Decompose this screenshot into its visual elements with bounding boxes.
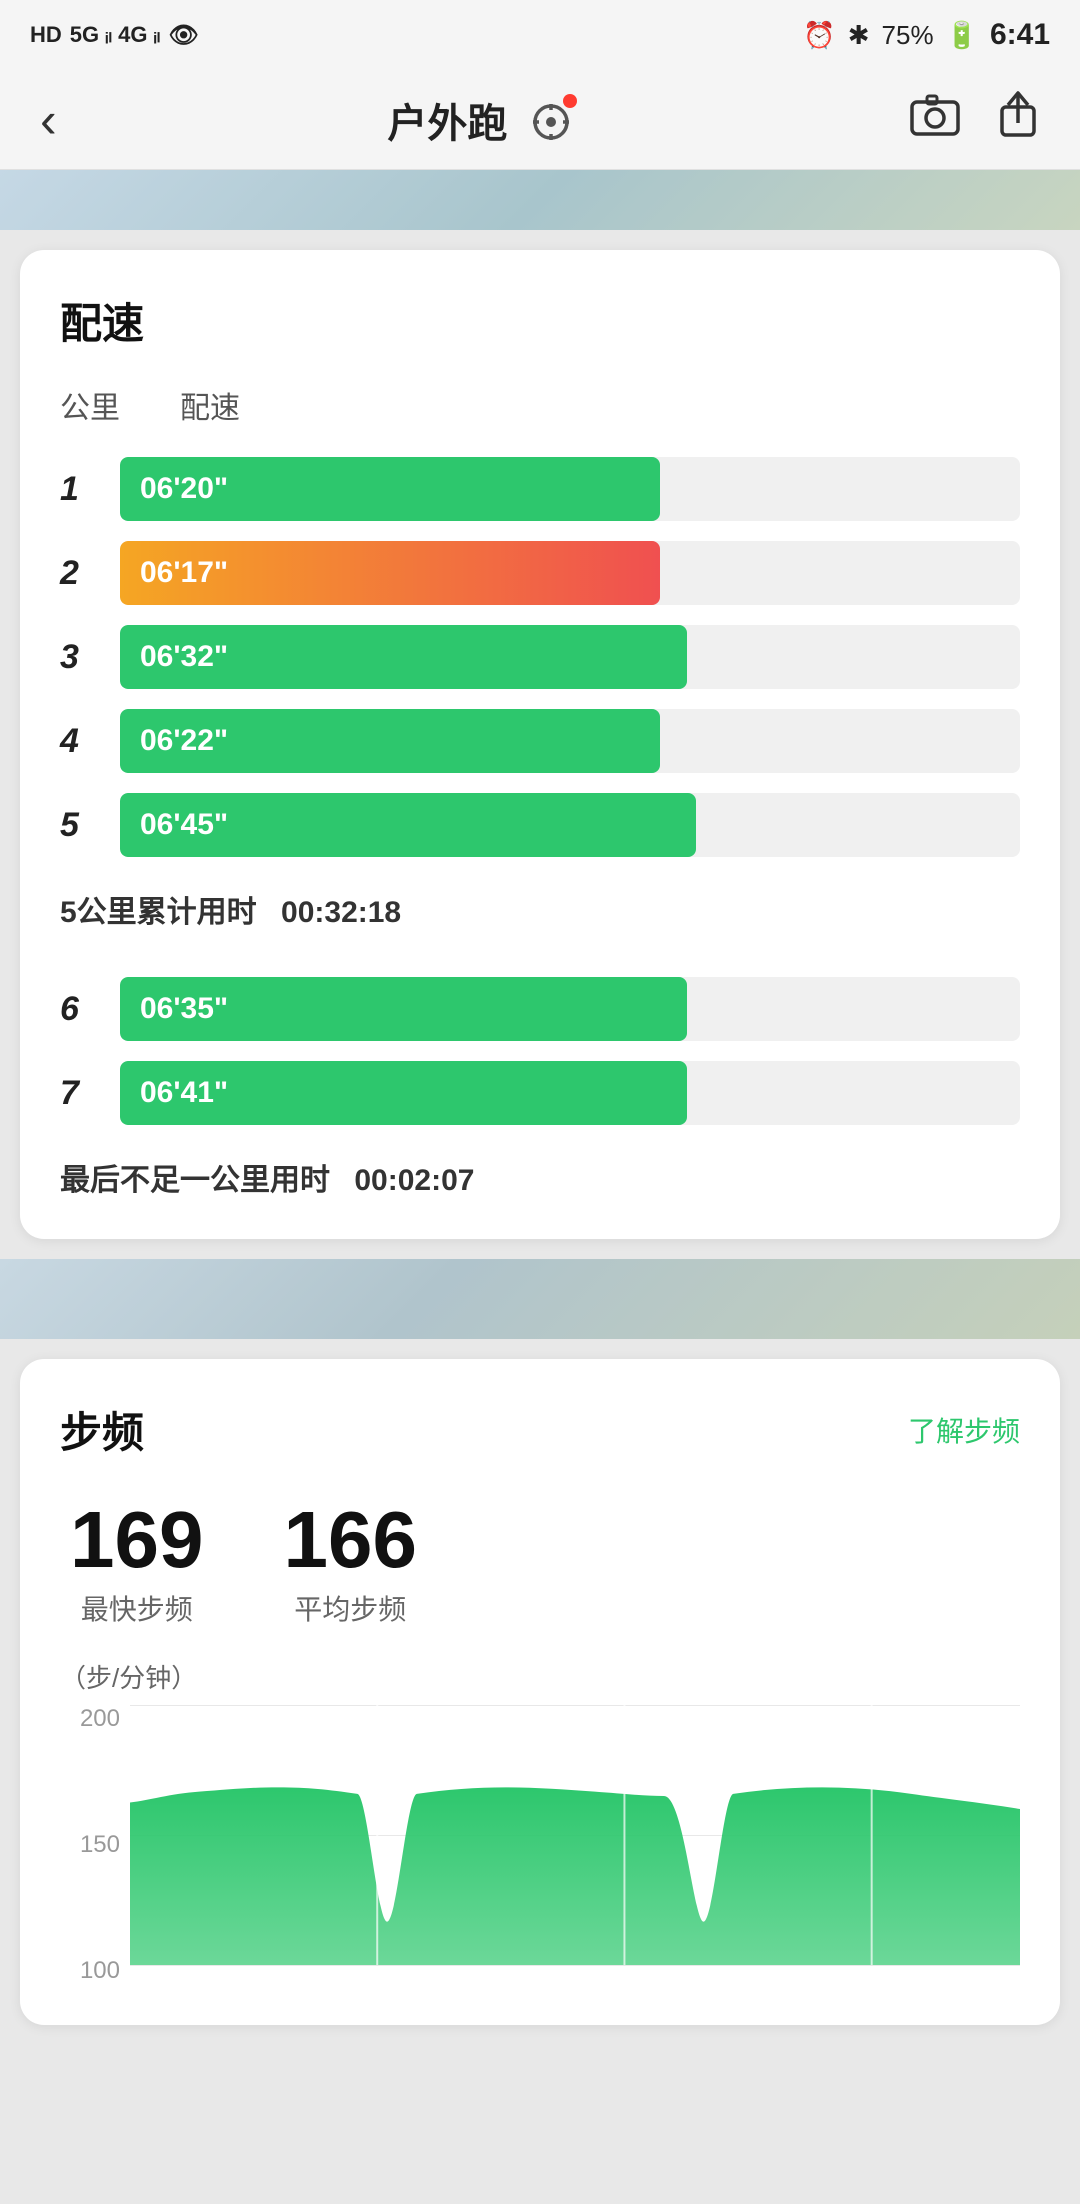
step-max-stat: 169 最快步频 [70,1500,203,1628]
chart-svg [130,1705,1020,1965]
pace-bar-5: 06'45" [120,793,696,857]
pace-bar-1: 06'20" [120,457,660,521]
pace-summary-last-time: 00:02:07 [354,1164,474,1197]
step-title: 步频 [60,1399,144,1460]
pace-bar-7: 06'41" [120,1061,687,1125]
chart-plot [130,1705,1020,1965]
pace-bar-6: 06'35" [120,977,687,1041]
pace-km-1: 1 [60,470,120,509]
step-avg-label: 平均步频 [294,1588,406,1628]
pace-bar-container-3: 06'32" [120,625,1020,689]
map-background-bottom [0,1259,1080,1339]
pace-row-5: 5 06'45" [60,783,1020,867]
pace-rows-main: 1 06'20" 2 06'17" 3 06'32" [60,447,1020,867]
chart-y-150: 150 [80,1831,120,1859]
step-avg-value: 166 [283,1500,416,1580]
step-max-label: 最快步频 [81,1588,193,1628]
alarm-icon: ⏰ [803,20,835,51]
gridline-100 [130,1965,1020,1966]
back-button[interactable]: ‹ [40,91,57,149]
pace-row-6: 6 06'35" [60,967,1020,1051]
pace-bar-label-2: 06'17" [140,556,228,590]
step-max-value: 169 [70,1500,203,1580]
step-stats: 169 最快步频 166 平均步频 [60,1500,1020,1628]
pace-row-3: 3 06'32" [60,615,1020,699]
pace-km-5: 5 [60,806,120,845]
share-button[interactable] [996,89,1040,150]
status-bar: HD 5G ᵢₗ 4G ᵢₗ 👁 ⏰ ✱ 75% 🔋 6:41 [0,0,1080,70]
pace-column-headers: 公里 配速 [60,383,1020,427]
pace-bar-container-7: 06'41" [120,1061,1020,1125]
pace-bar-label-1: 06'20" [140,472,228,506]
location-button[interactable] [523,92,579,148]
eye-icon: 👁 [168,21,198,50]
bluetooth-icon: ✱ [848,20,870,51]
pace-row-4: 4 06'22" [60,699,1020,783]
pace-bar-2: 06'17" [120,541,660,605]
pace-summary-last: 最后不足一公里用时 00:02:07 [60,1155,1020,1199]
pace-summary-5km: 5公里累计用时 00:32:18 [60,887,1020,931]
location-active-dot [563,94,577,108]
pace-bar-container-1: 06'20" [120,457,1020,521]
nav-center: 户外跑 [387,91,579,149]
pace-title: 配速 [60,290,1020,351]
step-avg-stat: 166 平均步频 [283,1500,416,1628]
step-learn-link[interactable]: 了解步频 [908,1410,1020,1450]
pace-col-km: 公里 [60,383,120,427]
signal-icons: 5G ᵢₗ 4G ᵢₗ [70,22,161,48]
step-chart-area [130,1787,1020,1965]
pace-row-7: 7 06'41" [60,1051,1020,1135]
battery-percent: 75% [882,20,934,51]
pace-bar-container-2: 06'17" [120,541,1020,605]
nav-right-icons [910,89,1040,150]
pace-summary-last-label: 最后不足一公里用时 [60,1164,330,1197]
pace-bar-label-7: 06'41" [140,1076,228,1110]
pace-bar-label-4: 06'22" [140,724,228,758]
pace-row-2: 2 06'17" [60,531,1020,615]
pace-km-2: 2 [60,554,120,593]
map-strip-bottom [0,1259,1080,1339]
pace-bar-container-4: 06'22" [120,709,1020,773]
pace-summary-5km-time: 00:32:18 [281,896,401,929]
pace-km-6: 6 [60,990,120,1029]
map-background [0,170,1080,230]
map-strip [0,170,1080,230]
pace-bar-container-6: 06'35" [120,977,1020,1041]
pace-summary-5km-label: 5公里累计用时 [60,896,257,929]
step-card: 步频 了解步频 169 最快步频 166 平均步频 （步/分钟） 200 150… [20,1359,1060,2025]
pace-km-4: 4 [60,722,120,761]
battery-icon: 🔋 [946,20,978,51]
chart-y-labels: 200 150 100 [60,1705,130,1985]
status-left-icons: HD 5G ᵢₗ 4G ᵢₗ 👁 [30,21,199,50]
camera-button[interactable] [910,92,960,147]
chart-y-100: 100 [80,1957,120,1985]
pace-km-3: 3 [60,638,120,677]
hd-icon: HD [30,22,62,48]
step-chart: 200 150 100 [60,1705,1020,1985]
pace-bar-label-6: 06'35" [140,992,228,1026]
top-nav: ‹ 户外跑 [0,70,1080,170]
pace-km-7: 7 [60,1074,120,1113]
pace-col-pace: 配速 [180,383,240,427]
pace-card: 配速 公里 配速 1 06'20" 2 06'17" 3 [20,250,1060,1239]
page-title: 户外跑 [387,91,507,149]
pace-rows-extra: 6 06'35" 7 06'41" [60,967,1020,1135]
pace-bar-label-5: 06'45" [140,808,228,842]
step-unit: （步/分钟） [60,1658,1020,1695]
time-display: 6:41 [990,18,1050,52]
pace-row-1: 1 06'20" [60,447,1020,531]
status-right-icons: ⏰ ✱ 75% 🔋 6:41 [803,18,1050,52]
step-card-header: 步频 了解步频 [60,1399,1020,1460]
pace-bar-4: 06'22" [120,709,660,773]
pace-bar-label-3: 06'32" [140,640,228,674]
chart-y-200: 200 [80,1705,120,1733]
pace-bar-3: 06'32" [120,625,687,689]
pace-bar-container-5: 06'45" [120,793,1020,857]
